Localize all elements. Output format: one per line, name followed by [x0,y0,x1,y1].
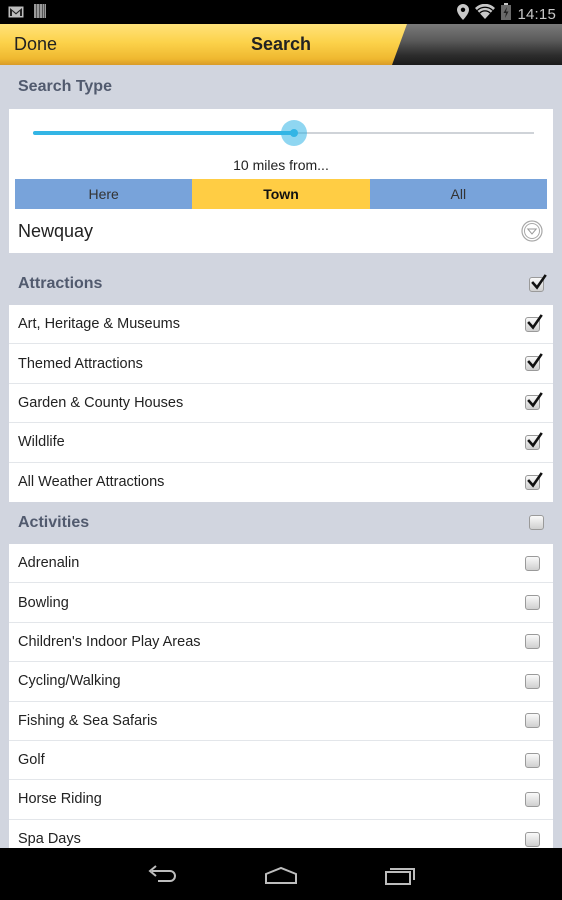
checkmark-icon [527,392,543,409]
list-item[interactable]: Garden & County Houses [9,383,553,424]
list-item[interactable]: Spa Days [9,819,553,848]
recent-apps-icon[interactable] [381,862,421,888]
list-item-label: Horse Riding [18,791,102,808]
action-bar: Done Search [0,24,562,65]
list-item-label: Children's Indoor Play Areas [18,633,201,650]
list-item[interactable]: All Weather Attractions [9,462,553,502]
done-button[interactable]: Done [14,24,57,65]
battery-charging-icon [501,3,512,25]
checkmark-icon [527,353,543,369]
list-item-checkbox[interactable] [525,392,543,411]
list-item[interactable]: Children's Indoor Play Areas [9,622,553,663]
segment-all[interactable]: All [369,179,547,209]
list-item-label: Cycling/Walking [18,673,121,690]
attractions-select-all-checkbox[interactable] [529,273,547,292]
search-type-segmented-control: Here Town All [15,179,547,209]
checkmark-icon [527,432,543,448]
list-item[interactable]: Bowling [9,583,553,623]
back-icon[interactable] [142,862,182,888]
list-item-label: Fishing & Sea Safaris [18,712,158,729]
list-item-label: Spa Days [18,831,81,848]
list-item-label: Golf [18,752,45,769]
list-item-label: Adrenalin [18,555,80,572]
slider-fill [33,131,294,135]
home-icon[interactable] [261,862,301,888]
list-item[interactable]: Wildlife [9,423,553,463]
search-type-card: 10 miles from... Here Town All Newquay [9,109,553,253]
list-item[interactable]: Art, Heritage & Museums [9,305,553,345]
slider-track[interactable] [33,120,534,146]
list-item-checkbox[interactable] [525,471,543,490]
list-item[interactable]: Fishing & Sea Safaris [9,701,553,741]
status-time: 14:15 [517,5,556,23]
list-item-checkbox[interactable] [525,713,540,729]
activities-select-all-checkbox[interactable] [529,515,544,531]
status-bar: 14:15 [0,0,562,24]
list-item-checkbox[interactable] [525,595,540,611]
distance-label: 10 miles from... [233,157,329,173]
list-item[interactable]: Themed Attractions [9,344,553,384]
attractions-list: Art, Heritage & Museums Themed Attractio… [9,305,553,502]
slider-thumb[interactable] [280,120,307,146]
list-item[interactable]: Adrenalin [9,543,553,584]
list-item-checkbox[interactable] [525,673,540,689]
list-item-label: Themed Attractions [18,355,143,372]
list-item[interactable]: Cycling/Walking [9,662,553,702]
activities-title: Activities [18,513,90,531]
list-item-checkbox[interactable] [525,831,540,847]
search-type-header: Search Type [0,65,562,109]
segment-town[interactable]: Town [192,179,370,209]
location-icon [457,3,470,25]
list-item[interactable]: Golf [9,740,553,781]
wifi-icon [475,3,496,24]
action-bar-dark-panel [392,24,562,65]
list-item[interactable]: Horse Riding [9,780,553,820]
list-item-label: Art, Heritage & Museums [18,316,180,333]
distance-slider[interactable] [9,109,553,157]
list-item-checkbox[interactable] [525,634,540,650]
town-selector[interactable]: Newquay [9,209,553,253]
town-name: Newquay [18,220,94,241]
dropdown-circle-icon[interactable] [521,220,543,242]
search-options-scroll[interactable]: Search Type 10 miles from... Here Town A… [0,65,562,848]
list-item-label: Garden & County Houses [18,394,184,411]
list-item-checkbox[interactable] [525,555,540,571]
list-item-checkbox[interactable] [525,791,540,807]
barcode-icon [34,4,46,23]
checkmark-icon [531,273,547,290]
attractions-title: Attractions [18,275,103,292]
checkmark-icon [527,471,543,488]
list-item-label: All Weather Attractions [18,474,165,491]
gmail-icon [8,5,24,23]
search-type-title: Search Type [18,78,112,95]
activities-header: Activities [0,502,562,544]
segment-here[interactable]: Here [15,179,193,209]
list-item-checkbox[interactable] [525,353,543,372]
checkmark-icon [527,313,543,330]
list-item-checkbox[interactable] [525,313,543,332]
list-item-label: Bowling [18,594,69,611]
attractions-header: Attractions [0,263,562,305]
list-item-checkbox[interactable] [525,752,540,768]
list-item-checkbox[interactable] [525,432,543,450]
activities-list: Adrenalin Bowling Children's Indoor Play… [9,543,553,848]
navigation-bar [0,848,562,900]
list-item-label: Wildlife [18,434,65,451]
